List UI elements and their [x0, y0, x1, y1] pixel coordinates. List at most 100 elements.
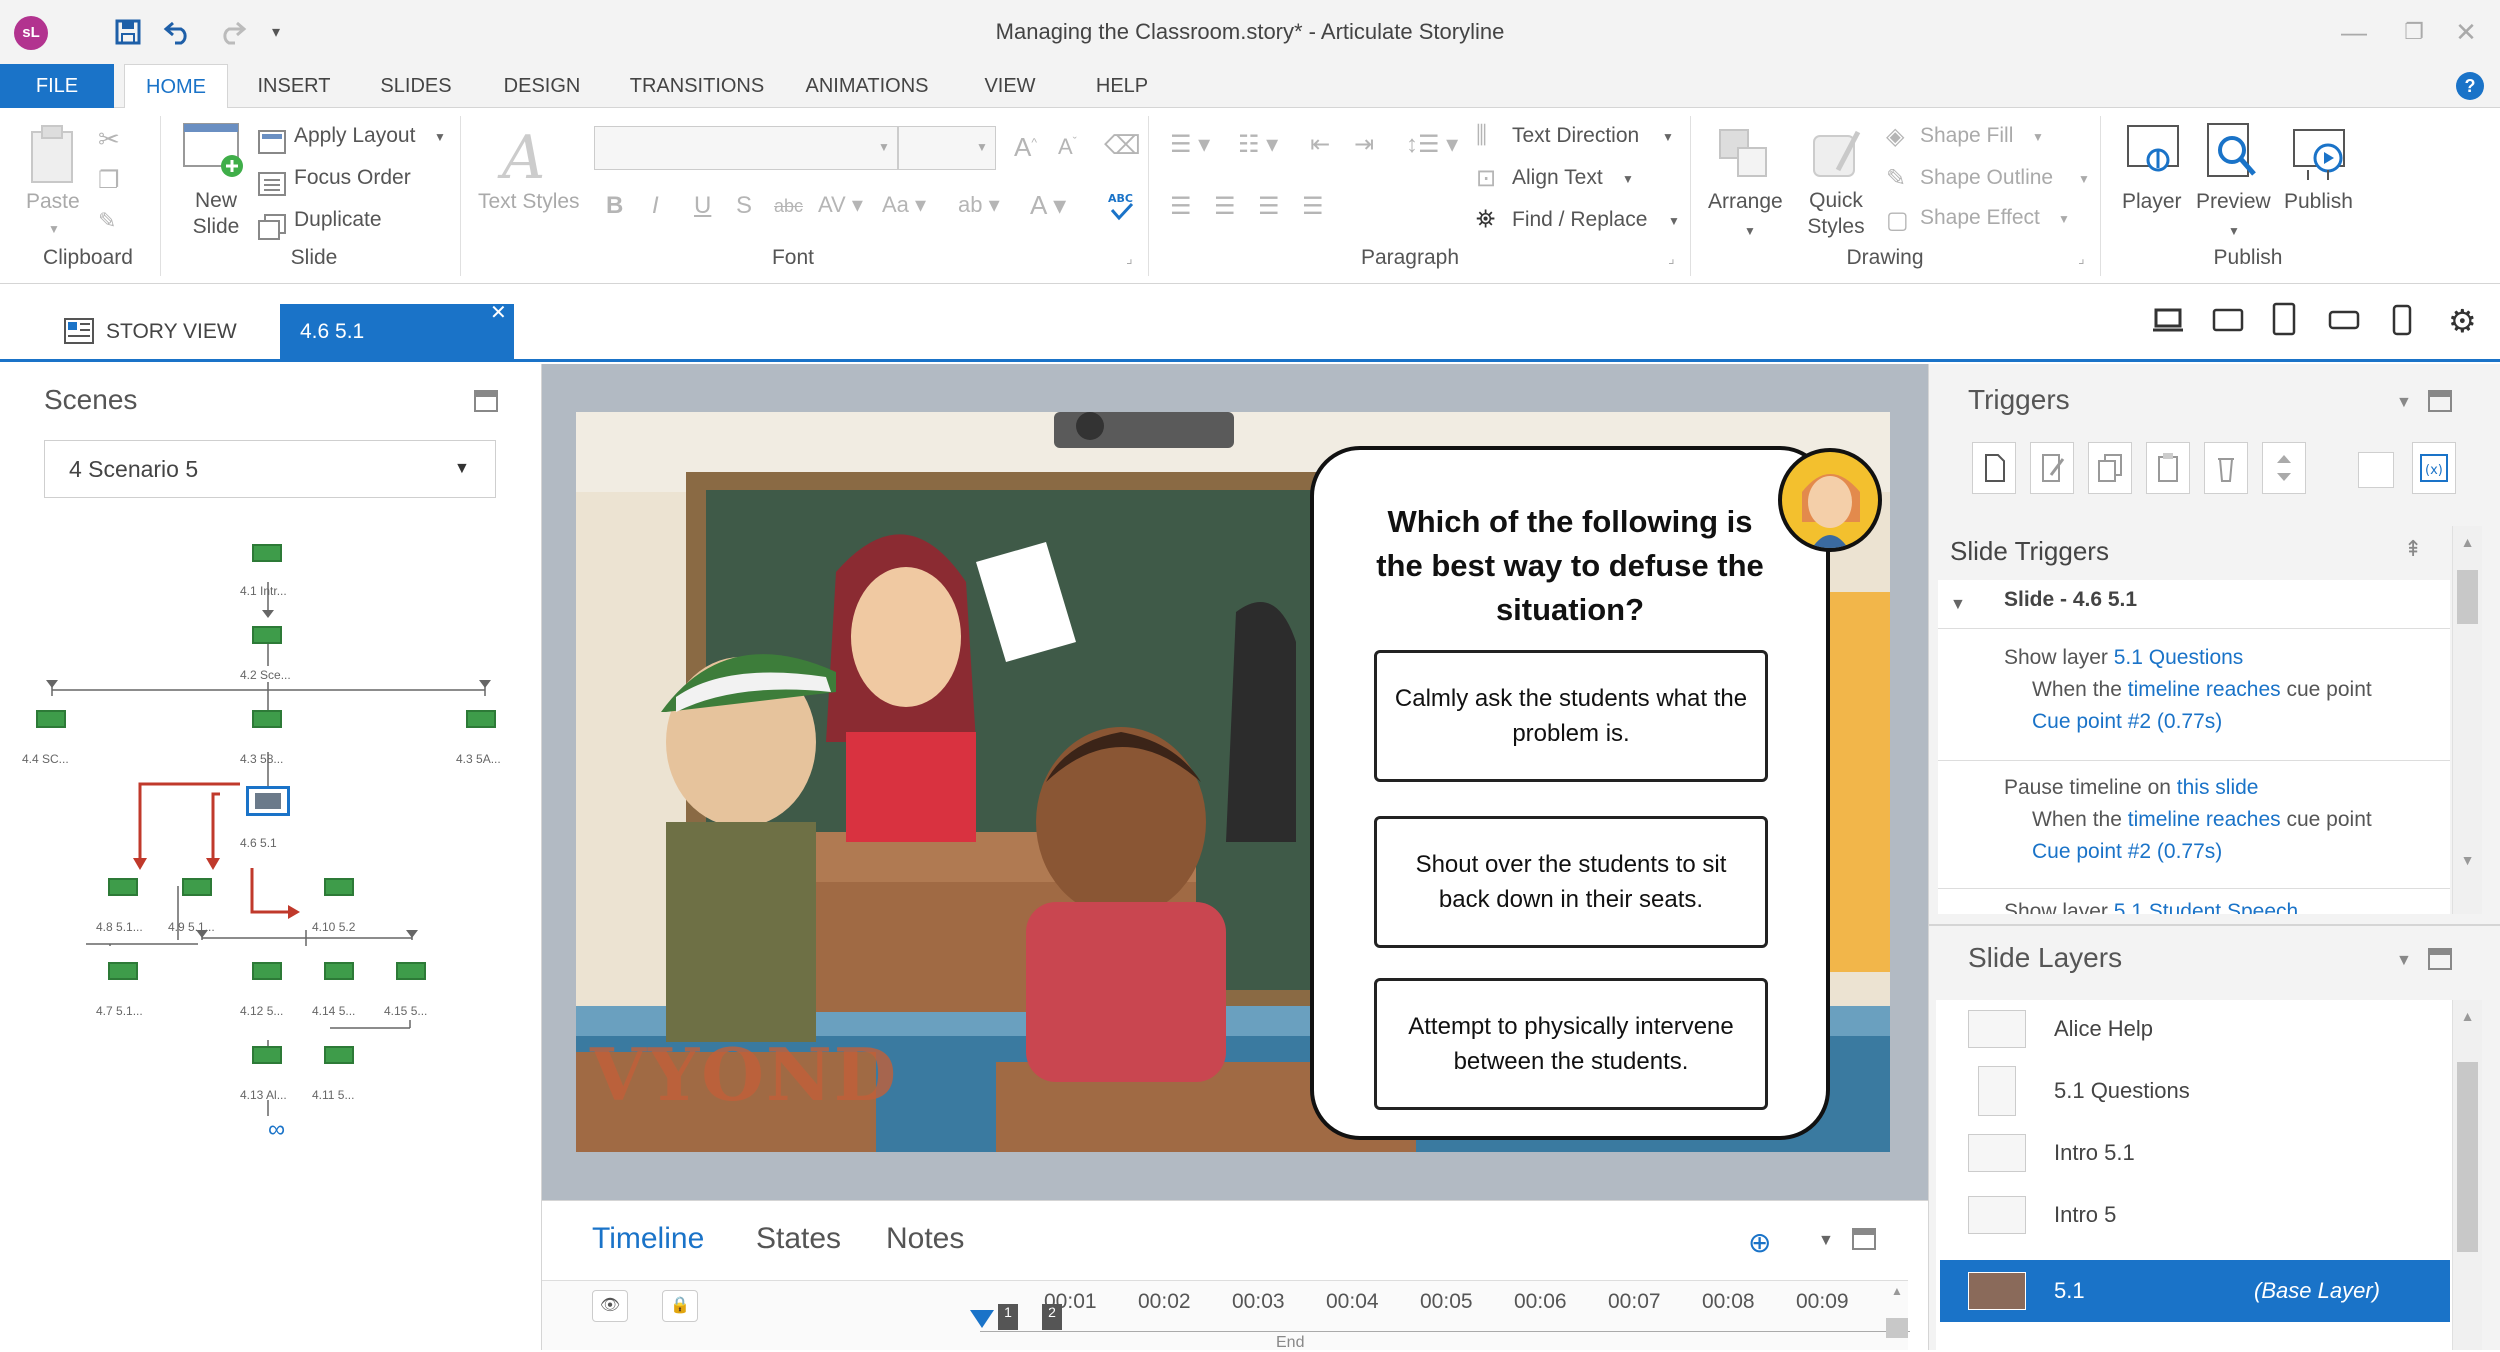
minimize-icon[interactable]: —: [2324, 12, 2384, 52]
focus-order-button[interactable]: Focus Order: [294, 166, 411, 190]
clear-format-icon[interactable]: ⌫: [1104, 130, 1141, 161]
answer-button[interactable]: Attempt to physically intervene between …: [1374, 978, 1768, 1110]
base-layer-row[interactable]: 5.1 (Base Layer): [1940, 1260, 2450, 1322]
paste-button[interactable]: Paste: [26, 190, 80, 214]
link-icon[interactable]: ∞: [268, 1116, 285, 1144]
scene-node-thumb[interactable]: [466, 710, 496, 728]
arrange-icon[interactable]: [1716, 126, 1772, 182]
layer-row[interactable]: Intro 5.1: [1940, 1122, 2450, 1184]
cue-point-icon[interactable]: ⊕: [1748, 1226, 1771, 1259]
layers-popout-icon[interactable]: [2428, 948, 2452, 970]
apply-layout-button[interactable]: Apply Layout: [294, 124, 415, 148]
increase-indent-icon[interactable]: ⇥: [1354, 130, 1374, 159]
panel-popout-icon[interactable]: [474, 390, 498, 412]
trigger-action[interactable]: Show layer 5.1 Student Speech: [2004, 900, 2298, 914]
quick-styles-icon[interactable]: [1808, 126, 1864, 182]
preview-icon[interactable]: [2202, 120, 2266, 184]
tablet-portrait-icon[interactable]: [2270, 302, 2298, 336]
alice-avatar[interactable]: [1778, 448, 1882, 552]
underline-icon[interactable]: U: [694, 192, 711, 220]
bold-icon[interactable]: B: [606, 192, 623, 220]
font-family-dropdown-icon[interactable]: ▼: [878, 140, 890, 154]
trigger-when-target[interactable]: timeline reaches: [2128, 808, 2281, 831]
desktop-view-icon[interactable]: [2152, 306, 2184, 334]
tab-home[interactable]: HOME: [124, 64, 228, 109]
find-replace-dropdown-icon[interactable]: ▼: [1668, 214, 1680, 228]
shrink-font-icon[interactable]: Aˇ: [1058, 134, 1077, 160]
arrange-dropdown-icon[interactable]: ▼: [1744, 224, 1756, 238]
font-color-icon[interactable]: A ▾: [1030, 190, 1066, 221]
answer-button[interactable]: Shout over the students to sit back down…: [1374, 816, 1768, 948]
shape-fill-button[interactable]: Shape Fill: [1920, 124, 2013, 148]
tab-help[interactable]: HELP: [1072, 64, 1172, 108]
slide-canvas[interactable]: VYOND Which of the following is the best…: [576, 412, 1890, 1152]
edit-trigger-button[interactable]: [2030, 442, 2074, 494]
tablet-landscape-icon[interactable]: [2212, 306, 2244, 334]
scene-node-thumb[interactable]: [252, 962, 282, 980]
preview-button[interactable]: Preview: [2196, 190, 2271, 214]
scene-node-thumb[interactable]: [324, 962, 354, 980]
highlight-icon[interactable]: ab ▾: [958, 192, 1000, 218]
phone-landscape-icon[interactable]: [2328, 310, 2360, 330]
delete-trigger-button[interactable]: [2204, 442, 2248, 494]
copy-trigger-button[interactable]: [2088, 442, 2132, 494]
player-button[interactable]: Player: [2122, 190, 2182, 214]
trigger-checkbox[interactable]: [2358, 452, 2394, 488]
paragraph-dialog-launcher-icon[interactable]: ⌟: [1668, 250, 1675, 267]
shape-effect-button[interactable]: Shape Effect: [1920, 206, 2040, 230]
justify-icon[interactable]: ☰: [1302, 192, 1324, 221]
align-text-dropdown-icon[interactable]: ▼: [1622, 172, 1634, 186]
scene-node-thumb[interactable]: [396, 962, 426, 980]
italic-icon[interactable]: I: [652, 192, 659, 220]
paste-icon[interactable]: [28, 124, 80, 186]
arrange-button[interactable]: Arrange: [1708, 190, 1783, 214]
layer-row[interactable]: 5.1 Questions: [1940, 1060, 2450, 1122]
scene-select-dropdown-icon[interactable]: ▼: [454, 460, 470, 478]
tab-animations[interactable]: ANIMATIONS: [792, 64, 942, 108]
triggers-scrollbar[interactable]: ▲ ▼: [2452, 526, 2482, 914]
cut-icon[interactable]: ✂: [98, 124, 120, 155]
trigger-cue-point[interactable]: Cue point #2 (0.77s): [2032, 840, 2222, 864]
align-center-icon[interactable]: ☰: [1214, 192, 1236, 221]
expand-slide-icon[interactable]: ▼: [1950, 596, 1966, 614]
duplicate-button[interactable]: Duplicate: [294, 208, 382, 232]
triggers-dropdown-icon[interactable]: ▼: [2396, 394, 2412, 412]
cue-point-1-marker[interactable]: 1: [998, 1304, 1018, 1330]
tab-notes[interactable]: Notes: [886, 1222, 964, 1256]
grow-font-icon[interactable]: A^: [1014, 132, 1037, 163]
font-dialog-launcher-icon[interactable]: ⌟: [1126, 250, 1133, 267]
align-right-icon[interactable]: ☰: [1258, 192, 1280, 221]
shape-outline-dropdown-icon[interactable]: ▼: [2078, 172, 2090, 186]
spell-check-icon[interactable]: ABC: [1106, 190, 1136, 224]
tab-insert[interactable]: INSERT: [236, 64, 352, 108]
font-family-select[interactable]: [594, 126, 898, 170]
bullets-icon[interactable]: ☰ ▾: [1170, 130, 1210, 159]
text-styles-button[interactable]: Text Styles: [478, 190, 580, 214]
trigger-when-target[interactable]: timeline reaches: [2128, 678, 2281, 701]
tab-design[interactable]: DESIGN: [482, 64, 602, 108]
shadow-icon[interactable]: S: [736, 192, 752, 220]
character-spacing-icon[interactable]: AV ▾: [818, 192, 863, 218]
restore-icon[interactable]: ❐: [2384, 12, 2444, 52]
layer-row[interactable]: Intro 5: [1940, 1184, 2450, 1246]
timeline-dropdown-icon[interactable]: ▼: [1818, 1232, 1834, 1250]
scene-select[interactable]: 4 Scenario 5: [44, 440, 496, 498]
layer-row[interactable]: Alice Help: [1940, 998, 2450, 1060]
tab-current-slide[interactable]: 4.6 5.1: [280, 304, 514, 360]
collapse-all-icon[interactable]: ⇞: [2404, 536, 2422, 562]
shape-outline-button[interactable]: Shape Outline: [1920, 166, 2053, 190]
tab-story-view[interactable]: STORY VIEW: [60, 304, 237, 360]
tab-file[interactable]: FILE: [0, 64, 114, 108]
scene-node-selected[interactable]: [246, 786, 290, 816]
tab-transitions[interactable]: TRANSITIONS: [612, 64, 782, 108]
text-styles-icon[interactable]: A: [494, 124, 564, 186]
shape-fill-dropdown-icon[interactable]: ▼: [2032, 130, 2044, 144]
new-slide-icon[interactable]: [180, 120, 246, 180]
timeline-scrollbar[interactable]: ▲: [1886, 1284, 1908, 1350]
triggers-popout-icon[interactable]: [2428, 390, 2452, 412]
scene-node-thumb[interactable]: [182, 878, 212, 896]
preview-dropdown-icon[interactable]: ▼: [2228, 224, 2240, 238]
change-case-icon[interactable]: Aa ▾: [882, 192, 926, 218]
text-direction-dropdown-icon[interactable]: ▼: [1662, 130, 1674, 144]
format-painter-icon[interactable]: ✎: [98, 208, 116, 234]
